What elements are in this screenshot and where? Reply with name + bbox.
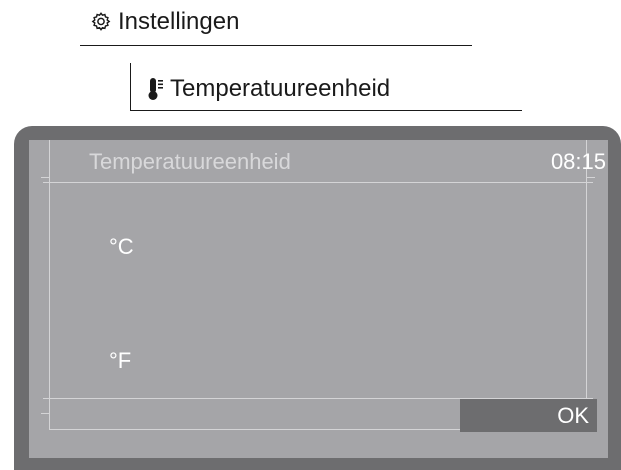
breadcrumb-temperature-unit: Temperatuureenheid (146, 77, 390, 101)
manual-illustration: Instellingen Temperatuureenheid Temperat… (0, 0, 621, 470)
thermometer-icon (146, 77, 164, 101)
breadcrumb-settings-underline (80, 45, 472, 46)
option-fahrenheit[interactable]: °F (109, 348, 131, 374)
breadcrumb-settings: Instellingen (90, 10, 239, 34)
device-display-frame: Temperatuureenheid 08:15 °C °F OK (14, 126, 621, 470)
option-celsius[interactable]: °C (109, 234, 134, 260)
screen-tick (41, 413, 49, 414)
breadcrumb-temperature-unit-label: Temperatuureenheid (170, 75, 391, 102)
clock-time: 08:15 (550, 149, 606, 174)
header-divider (43, 182, 593, 183)
breadcrumb-branch-line (130, 63, 131, 110)
display-screen: Temperatuureenheid 08:15 °C °F OK (29, 140, 608, 458)
gear-icon (90, 11, 112, 33)
breadcrumb-temperature-unit-underline (130, 110, 522, 111)
ok-button[interactable]: OK (460, 399, 597, 432)
screen-title: Temperatuureenheid (89, 149, 291, 174)
breadcrumb-settings-label: Instellingen (118, 8, 240, 35)
screen-header: Temperatuureenheid 08:15 (29, 140, 608, 184)
